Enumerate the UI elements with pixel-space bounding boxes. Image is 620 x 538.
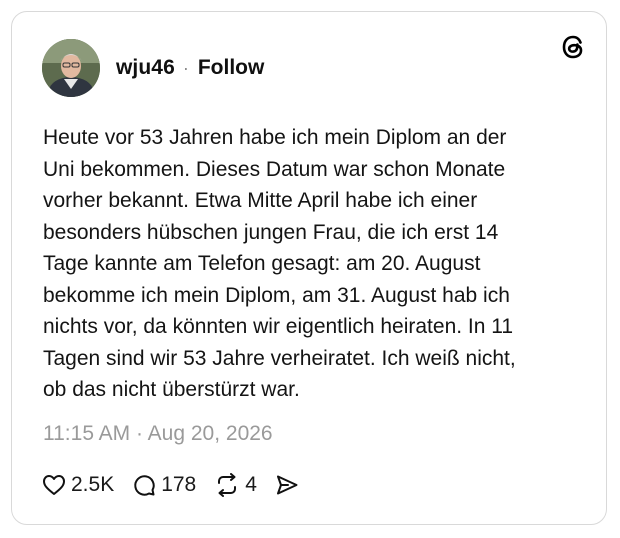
action-bar: 2.5K 178 4 — [42, 470, 317, 500]
comment-bubble-icon — [132, 473, 156, 497]
username[interactable]: wju46 — [116, 56, 175, 80]
repost-button[interactable]: 4 — [214, 473, 257, 497]
post-body-text: Heute vor 53 Jahren habe ich mein Diplom… — [43, 126, 516, 401]
repost-icon — [214, 473, 240, 497]
post-timestamp[interactable]: 11:15 AM · Aug 20, 2026 — [43, 422, 273, 446]
follow-button[interactable]: Follow — [198, 56, 265, 80]
share-button[interactable] — [275, 474, 299, 496]
post-card: wju46 · Follow Heute vor 53 Jahren habe … — [11, 11, 607, 525]
post-header: wju46 · Follow — [42, 38, 264, 98]
reply-button[interactable]: 178 — [132, 473, 196, 497]
send-icon — [275, 474, 299, 496]
reply-count: 178 — [161, 473, 197, 496]
like-button[interactable]: 2.5K — [42, 473, 114, 497]
heart-icon — [42, 474, 66, 496]
avatar[interactable] — [42, 39, 100, 97]
like-count: 2.5K — [71, 473, 115, 496]
threads-logo-icon[interactable] — [558, 32, 588, 62]
separator-dot: · — [182, 57, 189, 78]
repost-count: 4 — [245, 473, 257, 496]
